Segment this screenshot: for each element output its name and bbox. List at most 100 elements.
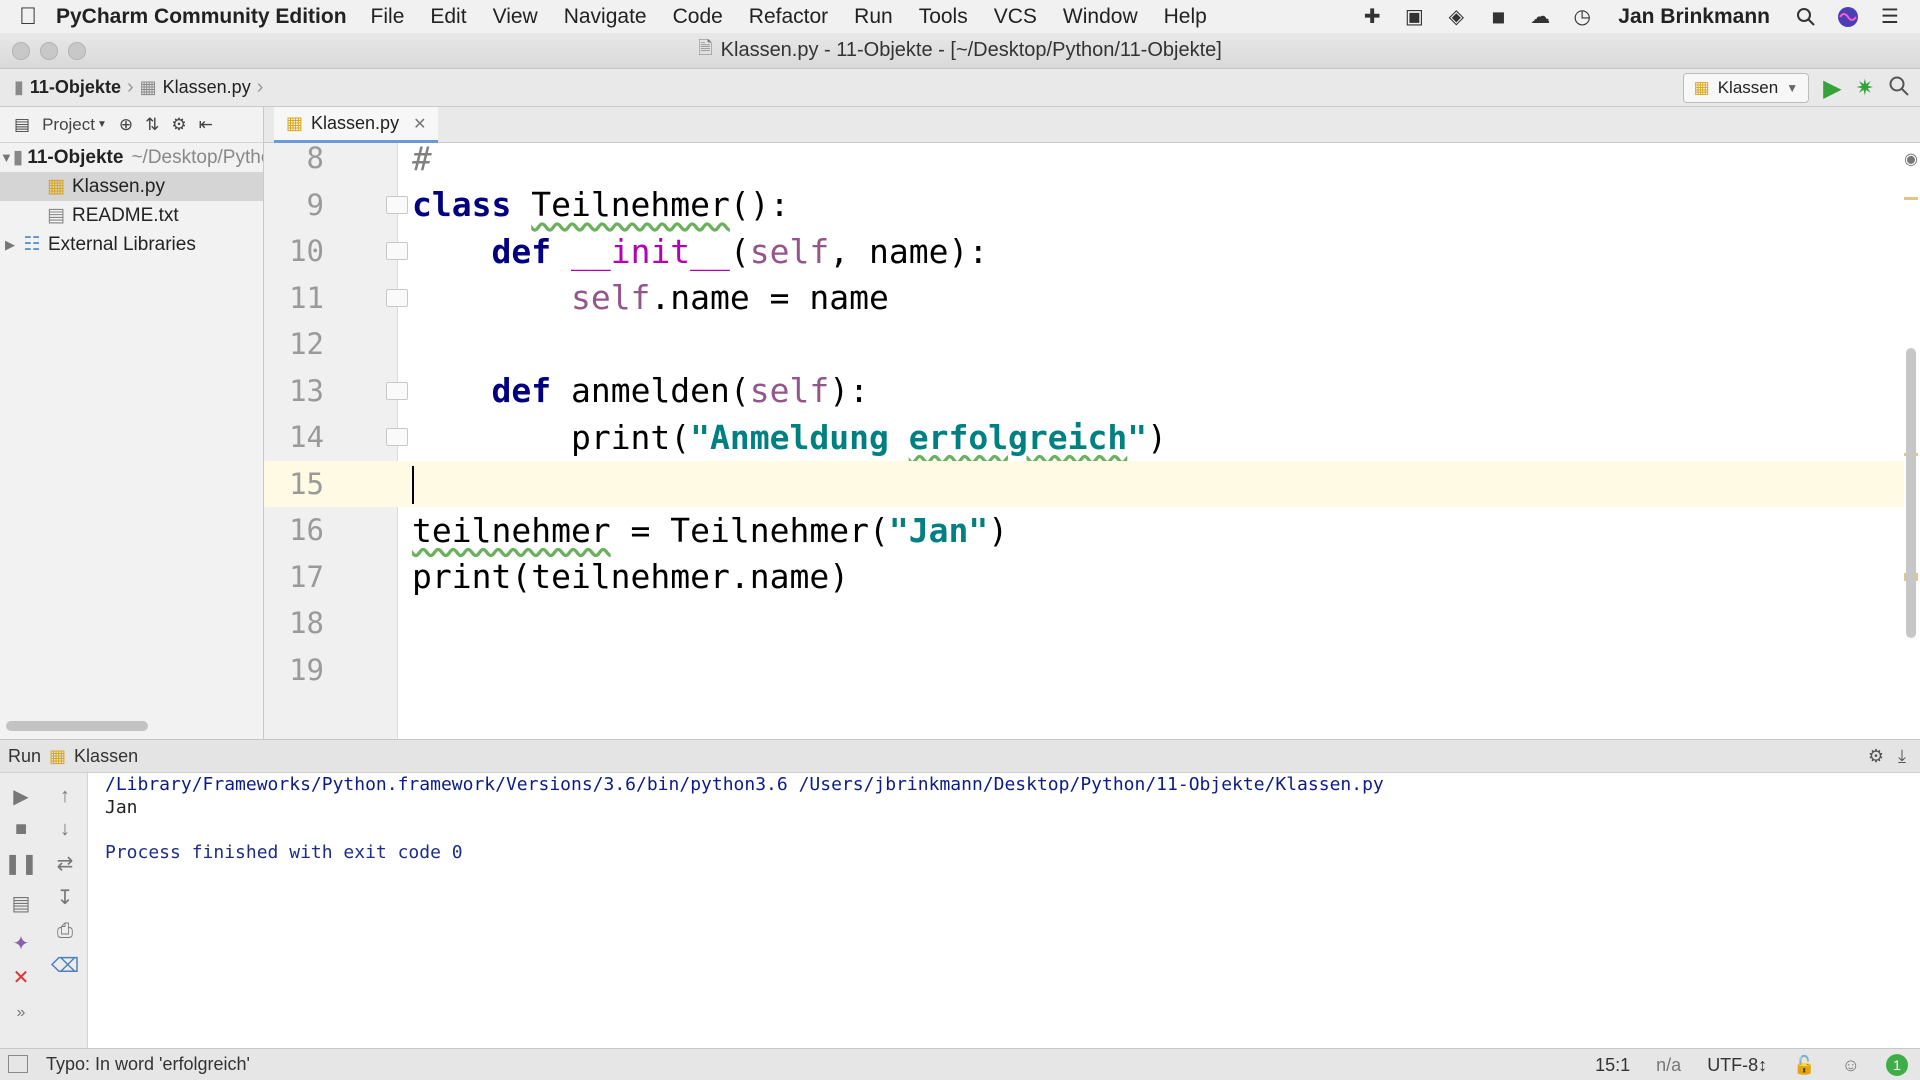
pause-icon[interactable]: ❚❚ [4, 850, 38, 876]
close-run-icon[interactable]: ✕ [8, 964, 34, 990]
run-icon[interactable]: ▶ [1823, 74, 1841, 103]
stop-icon[interactable]: ■ [8, 816, 34, 842]
rerun-icon[interactable]: ▶ [8, 783, 34, 809]
fold-marker[interactable] [386, 242, 408, 261]
run-tool-window-header: Run ▦ Klassen ⚙ ⤓ [0, 739, 1920, 773]
tab-klassen-py[interactable]: ▦ Klassen.py ✕ [274, 107, 439, 143]
soft-wrap-icon[interactable]: ⇄ [52, 850, 78, 876]
menu-window[interactable]: Window [1063, 5, 1138, 29]
tree-item-project-root[interactable]: ▼ ▮ 11-Objekte ~/Desktop/Python/11-Objek… [0, 143, 263, 172]
tree-item-label: 11-Objekte [27, 146, 124, 168]
chat-bubble-icon[interactable]: ☁ [1528, 6, 1552, 28]
code-line-current: 15 [264, 460, 1904, 507]
folder-icon: ▮ [12, 147, 24, 168]
siri-icon[interactable] [1836, 6, 1860, 28]
screenshot-tool-icon[interactable]: ▣ [1402, 6, 1426, 28]
collapse-all-icon[interactable]: ⇅ [145, 115, 159, 135]
close-icon[interactable]: ✕ [413, 114, 426, 134]
breadcrumb-file[interactable]: Klassen.py [163, 77, 251, 98]
fold-marker[interactable] [386, 428, 408, 447]
window-title-bar: 🗎 Klassen.py - 11-Objekte - [~/Desktop/P… [0, 33, 1920, 69]
leaf-icon[interactable]: ◈ [1444, 6, 1468, 28]
minimize-window-button[interactable] [40, 42, 58, 60]
debug-icon[interactable]: ✷ [1856, 75, 1874, 101]
menu-code[interactable]: Code [673, 5, 723, 29]
camera-icon[interactable]: ◾ [1486, 6, 1510, 28]
python-file-icon: ▦ [47, 176, 65, 197]
file-encoding[interactable]: UTF-8↕ [1707, 1055, 1767, 1076]
tree-item-klassen-py[interactable]: ▦ Klassen.py [0, 172, 263, 201]
console-line: /Library/Frameworks/Python.framework/Ver… [105, 774, 1384, 795]
more-icon[interactable]: » [8, 1000, 34, 1026]
expand-arrow-icon[interactable]: ▼ [0, 150, 13, 165]
event-log-badge[interactable]: 1 [1886, 1054, 1908, 1076]
chevron-right-icon: › [256, 76, 264, 98]
zoom-window-button[interactable] [68, 42, 86, 60]
horizontal-scrollbar[interactable] [6, 721, 148, 731]
run-header-actions: ⚙ ⤓ [1868, 746, 1906, 767]
window-controls [12, 42, 86, 60]
line-number: 15 [289, 466, 324, 501]
search-everywhere-icon[interactable] [1888, 75, 1910, 102]
eye-icon[interactable]: ◉ [1904, 149, 1918, 169]
fold-marker[interactable] [386, 195, 408, 214]
menu-view[interactable]: View [493, 5, 538, 29]
expand-arrow-icon[interactable]: ▶ [0, 237, 20, 253]
line-separator[interactable]: n/a [1656, 1055, 1681, 1076]
fold-marker[interactable] [386, 288, 408, 307]
plus-cross-icon[interactable]: ✚ [1360, 6, 1384, 28]
tree-item-readme[interactable]: ▤ README.txt [0, 201, 263, 230]
code-line: 9 class Teilnehmer(): [264, 182, 1904, 229]
apple-icon[interactable]:  [0, 3, 56, 31]
scroll-to-end-icon[interactable]: ↧ [52, 884, 78, 910]
run-configuration-select[interactable]: ▦ Klassen ▼ [1682, 73, 1810, 103]
code-text: teilnehmer = Teilnehmer("Jan") [412, 510, 1009, 550]
pin-icon[interactable]: ✦ [8, 930, 34, 956]
project-view-select[interactable]: Project [42, 115, 95, 135]
close-window-button[interactable] [12, 42, 30, 60]
lock-icon[interactable]: 🔓 [1793, 1055, 1815, 1076]
menu-navigate[interactable]: Navigate [564, 5, 647, 29]
tool-windows-icon[interactable] [8, 1055, 28, 1073]
menu-edit[interactable]: Edit [430, 5, 466, 29]
tab-label: Klassen.py [311, 113, 400, 133]
project-toolbar: ▤ Project ▼ ⊕ ⇅ ⚙ ⇤ [0, 107, 263, 143]
hide-panel-icon[interactable]: ⇤ [199, 115, 213, 135]
text-caret [412, 464, 414, 504]
arrow-down-icon[interactable]: ↓ [52, 816, 78, 842]
code-text: class Teilnehmer(): [412, 185, 790, 225]
typo-stripe-marker[interactable] [1904, 197, 1918, 200]
menu-tools[interactable]: Tools [919, 5, 968, 29]
line-number: 8 [306, 143, 324, 176]
user-name[interactable]: Jan Brinkmann [1618, 5, 1770, 29]
gear-icon[interactable]: ⚙ [1868, 746, 1884, 767]
menu-help[interactable]: Help [1164, 5, 1207, 29]
inspector-icon[interactable]: ☺ [1842, 1055, 1860, 1076]
code-line: 18 [264, 600, 1904, 647]
menu-file[interactable]: File [371, 5, 405, 29]
tree-item-external-libraries[interactable]: ▶ ☷ External Libraries [0, 230, 263, 259]
code-line: 11 self.name = name [264, 275, 1904, 322]
menu-vcs[interactable]: VCS [994, 5, 1037, 29]
trash-icon[interactable]: ⌫ [51, 952, 79, 978]
restore-layout-icon[interactable]: ▤ [8, 890, 34, 916]
time-machine-icon[interactable]: ◷ [1570, 6, 1594, 28]
menu-refactor[interactable]: Refactor [749, 5, 828, 29]
caret-position[interactable]: 15:1 [1595, 1055, 1630, 1076]
gear-icon[interactable]: ⚙ [171, 115, 186, 135]
menu-run[interactable]: Run [854, 5, 893, 29]
hide-panel-icon[interactable]: ⤓ [1898, 746, 1906, 767]
vertical-scrollbar[interactable] [1906, 348, 1916, 638]
line-number: 12 [289, 327, 324, 362]
app-menu-pycharm[interactable]: PyCharm Community Edition [56, 5, 347, 29]
arrow-up-icon[interactable]: ↑ [52, 783, 78, 809]
run-console[interactable]: /Library/Frameworks/Python.framework/Ver… [88, 773, 1920, 1048]
code-editor[interactable]: 8 # 9 class Teilnehmer(): 10 def __init_… [264, 143, 1920, 739]
breadcrumb-project[interactable]: 11-Objekte [30, 77, 121, 98]
notification-center-icon[interactable]: ☰ [1878, 6, 1902, 28]
print-icon[interactable]: ⎙ [52, 918, 78, 944]
locate-icon[interactable]: ⊕ [119, 115, 133, 135]
search-icon[interactable] [1794, 6, 1818, 28]
fold-marker[interactable] [386, 381, 408, 400]
run-tab-klassen[interactable]: Klassen [74, 746, 138, 767]
